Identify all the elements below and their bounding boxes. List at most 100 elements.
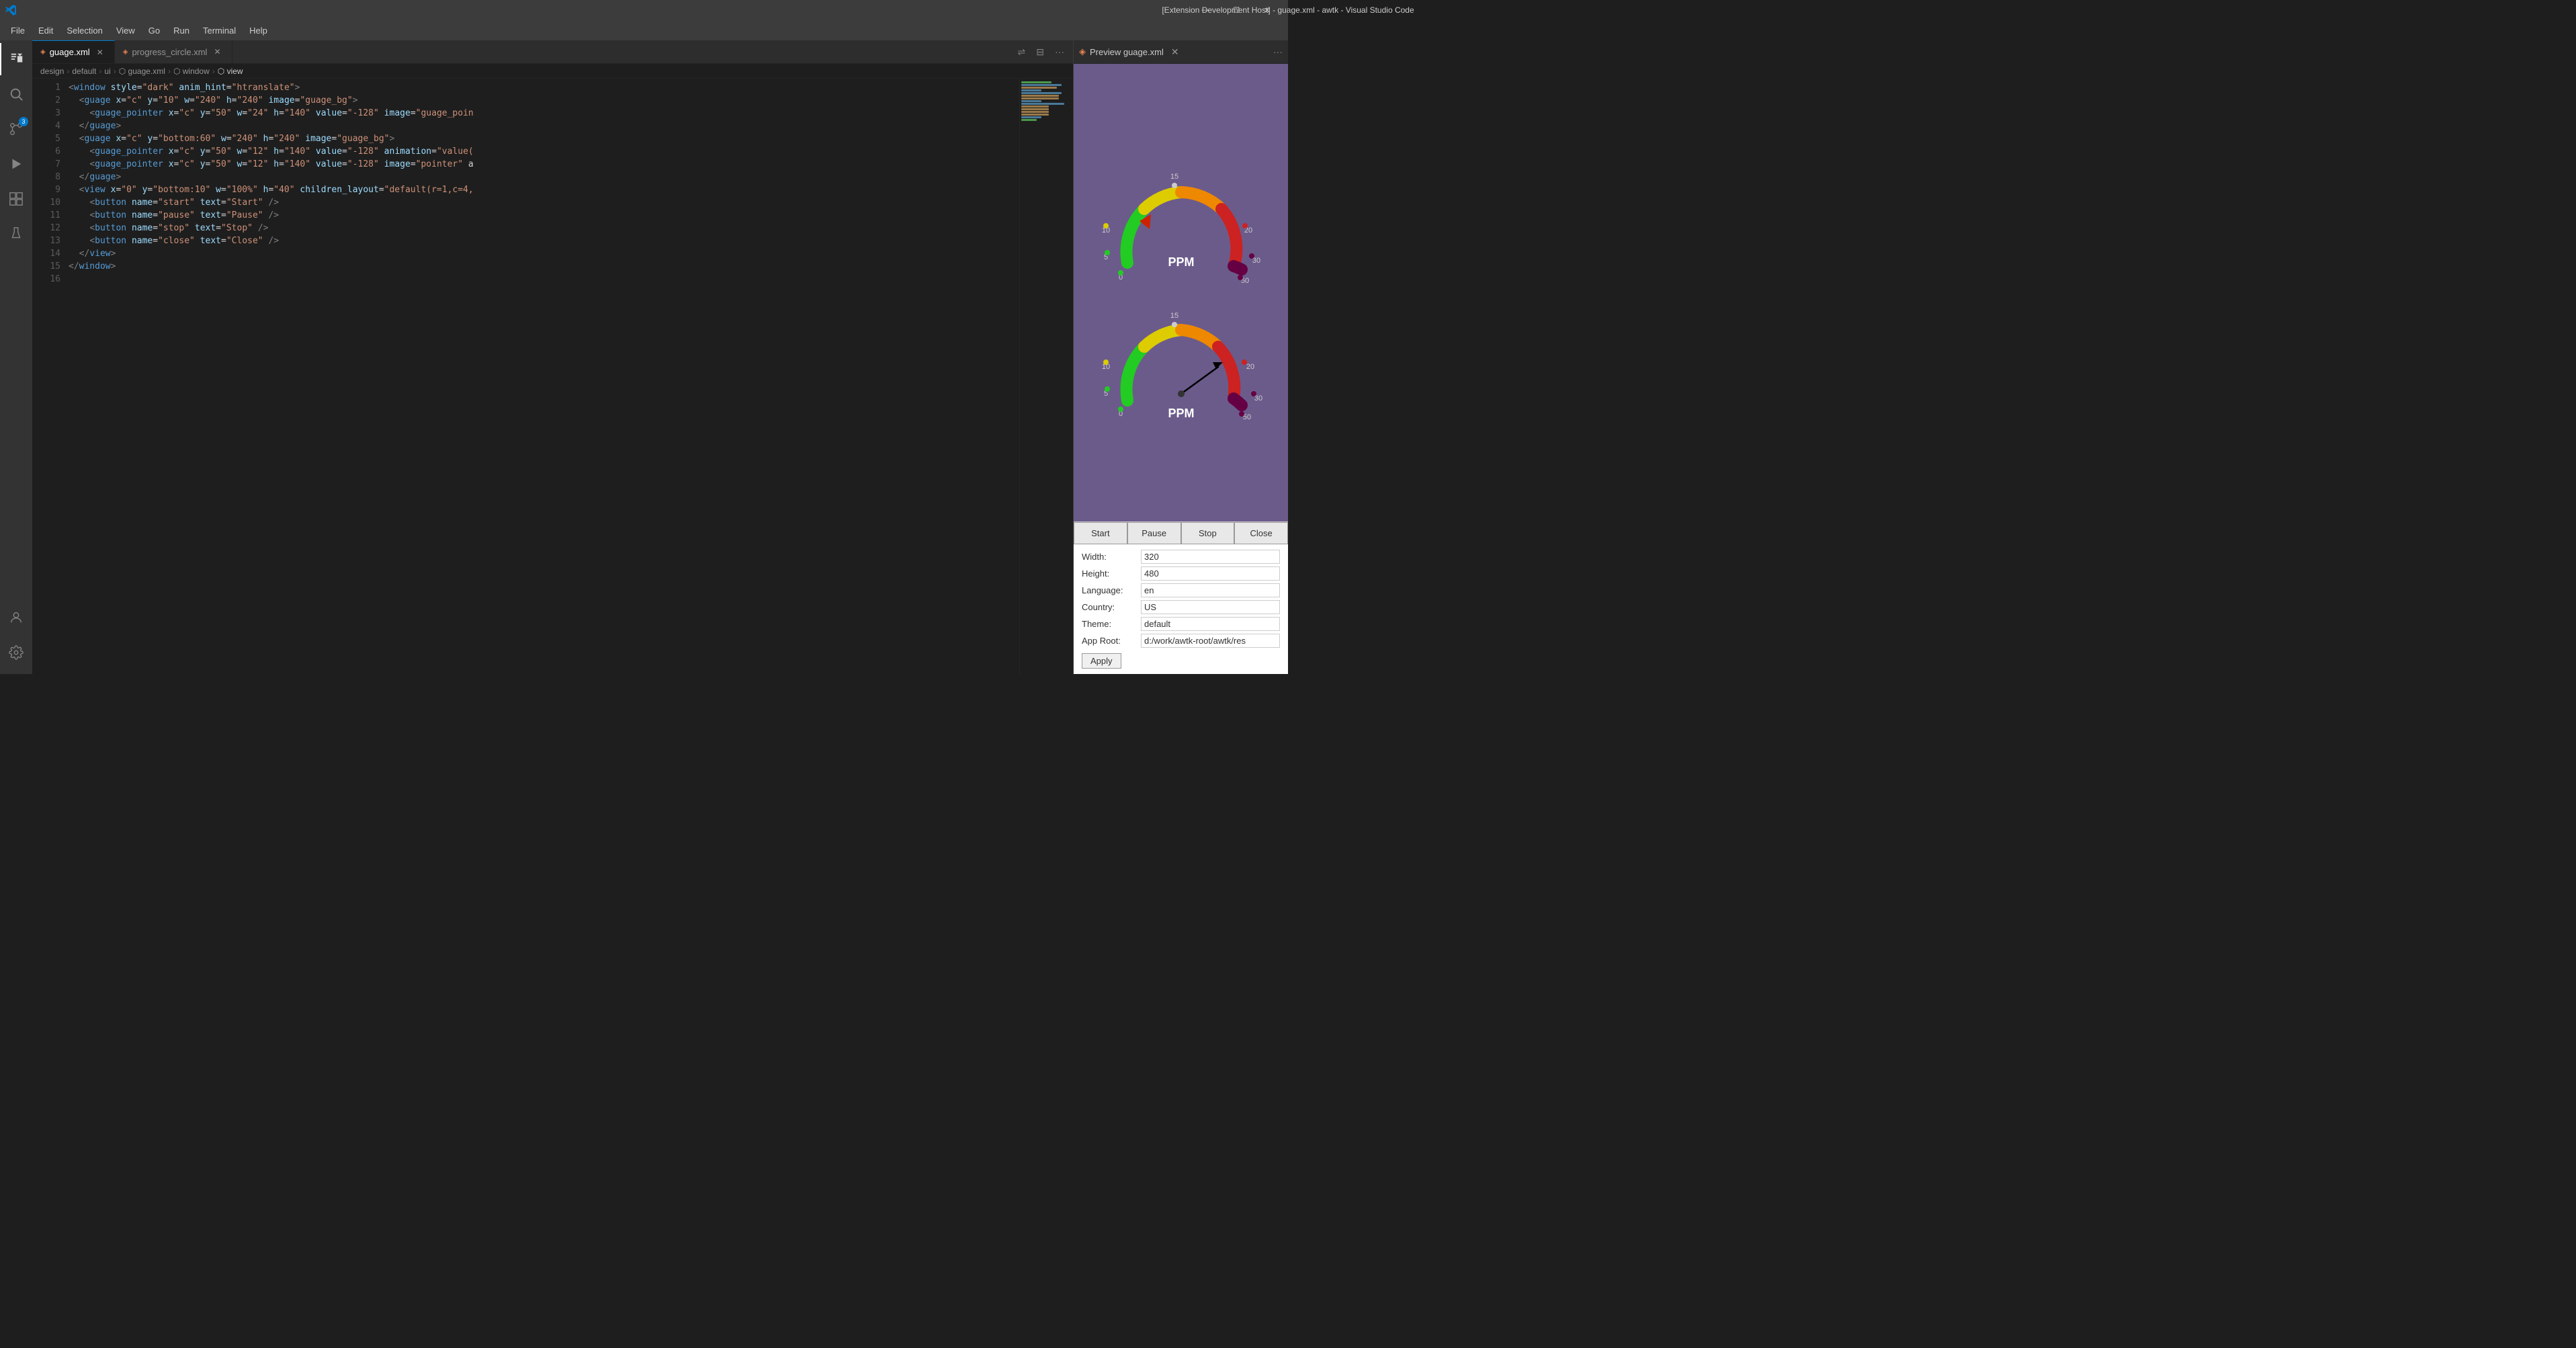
theme-input[interactable] (1141, 617, 1280, 631)
editor-area: ◈ guage.xml ✕ ◈ progress_circle.xml ✕ ⇌ … (32, 40, 1073, 674)
language-label: Language: (1082, 585, 1135, 595)
height-row: Height: (1082, 566, 1280, 581)
preview-buttons: Start Pause Stop Close (1074, 521, 1288, 544)
activity-search[interactable] (0, 78, 32, 110)
window-title: [Extension Development Host] - guage.xml… (1162, 5, 1414, 15)
height-label: Height: (1082, 568, 1135, 579)
tab-guage-xml[interactable]: ◈ guage.xml ✕ (32, 40, 115, 63)
pause-button[interactable]: Pause (1127, 522, 1181, 544)
breadcrumb-design[interactable]: design (40, 67, 64, 76)
preview-close-button[interactable]: ✕ (1168, 45, 1183, 59)
height-input[interactable] (1141, 566, 1280, 581)
stop-button[interactable]: Stop (1181, 522, 1235, 544)
vscode-logo-icon (5, 5, 16, 15)
tab-close-progress[interactable]: ✕ (211, 46, 223, 58)
code-line-14: </view> (66, 247, 1019, 260)
main-layout: 3 ◈ guage.xml ✕ (0, 40, 1288, 674)
code-line-12: <button name="stop" text="Stop" /> (66, 222, 1019, 235)
language-input[interactable] (1141, 583, 1280, 597)
code-line-6: <guage_pointer x="c" y="50" w="12" h="14… (66, 145, 1019, 158)
bottom-gauge: 0 5 10 15 20 30 50 (1087, 290, 1275, 431)
preview-panel: ◈ Preview guage.xml ✕ ··· (1073, 40, 1288, 674)
start-button[interactable]: Start (1074, 522, 1127, 544)
width-row: Width: (1082, 550, 1280, 564)
country-label: Country: (1082, 602, 1135, 612)
approot-input[interactable] (1141, 634, 1280, 648)
width-input[interactable] (1141, 550, 1280, 564)
language-row: Language: (1082, 583, 1280, 597)
line-numbers: 12345 678910 1112131415 16 (32, 79, 66, 674)
code-line-5: <guage x="c" y="bottom:60" w="240" h="24… (66, 132, 1019, 145)
properties-area: Width: Height: Language: Country: Theme:… (1074, 544, 1288, 674)
source-control-badge: 3 (19, 117, 28, 126)
more-actions-button[interactable]: ··· (1051, 44, 1068, 59)
tabs-bar: ◈ guage.xml ✕ ◈ progress_circle.xml ✕ ⇌ … (32, 40, 1073, 64)
preview-more-button[interactable]: ··· (1273, 46, 1283, 57)
tab-label-guage: guage.xml (50, 47, 90, 57)
country-input[interactable] (1141, 600, 1280, 614)
code-line-13: <button name="close" text="Close" /> (66, 235, 1019, 247)
activity-explorer[interactable] (0, 43, 32, 75)
top-gauge: 0 5 10 15 20 30 50 PPM (1087, 155, 1275, 290)
code-line-11: <button name="pause" text="Pause" /> (66, 209, 1019, 222)
breadcrumb-ui[interactable]: ui (104, 67, 110, 76)
preview-file-icon: ◈ (1079, 46, 1086, 57)
breadcrumb-guage-xml[interactable]: ⬡ guage.xml (119, 67, 165, 76)
country-row: Country: (1082, 600, 1280, 614)
minimap (1019, 79, 1073, 674)
approot-row: App Root: (1082, 634, 1280, 648)
breadcrumb-view[interactable]: ⬡ view (218, 67, 243, 76)
width-label: Width: (1082, 552, 1135, 562)
menu-bar: File Edit Selection View Go Run Terminal… (0, 20, 1288, 40)
code-line-3: <guage_pointer x="c" y="50" w="24" h="14… (66, 107, 1019, 120)
tab-progress-circle-xml[interactable]: ◈ progress_circle.xml ✕ (115, 40, 232, 63)
tab-label-progress: progress_circle.xml (132, 47, 207, 57)
activity-source-control[interactable]: 3 (0, 113, 32, 145)
tab-file-icon: ◈ (40, 48, 46, 56)
gauge-display: 0 5 10 15 20 30 50 PPM (1074, 64, 1288, 521)
theme-row: Theme: (1082, 617, 1280, 631)
menu-file[interactable]: File (5, 23, 30, 38)
svg-text:PPM: PPM (1168, 255, 1194, 269)
breadcrumb-window[interactable]: ⬡ window (173, 67, 210, 76)
breadcrumb-default[interactable]: default (72, 67, 96, 76)
preview-tab-title: ◈ Preview guage.xml ✕ (1079, 45, 1183, 59)
menu-edit[interactable]: Edit (33, 23, 58, 38)
split-editor-button[interactable]: ⇌ (1015, 44, 1029, 60)
code-content[interactable]: <window style="dark" anim_hint="htransla… (66, 79, 1019, 674)
activity-testing[interactable] (0, 218, 32, 250)
title-bar-left (5, 5, 16, 15)
code-line-10: <button name="start" text="Start" /> (66, 196, 1019, 209)
code-line-8: </guage> (66, 171, 1019, 183)
title-bar: [Extension Development Host] - guage.xml… (0, 0, 1288, 20)
svg-text:PPM: PPM (1168, 407, 1194, 420)
code-line-15: </window> (66, 260, 1019, 273)
code-line-1: <window style="dark" anim_hint="htransla… (66, 81, 1019, 94)
menu-go[interactable]: Go (143, 23, 165, 38)
apply-button[interactable]: Apply (1082, 653, 1121, 669)
activity-run-debug[interactable] (0, 148, 32, 180)
activity-extensions[interactable] (0, 183, 32, 215)
menu-selection[interactable]: Selection (61, 23, 108, 38)
tabs-actions: ⇌ ⊟ ··· (1009, 40, 1073, 63)
activity-settings[interactable] (0, 636, 32, 669)
menu-run[interactable]: Run (168, 23, 195, 38)
menu-help[interactable]: Help (244, 23, 273, 38)
tab-file-icon-2: ◈ (123, 48, 128, 56)
svg-text:15: 15 (1170, 173, 1178, 181)
menu-view[interactable]: View (111, 23, 140, 38)
toggle-layout-button[interactable]: ⊟ (1033, 44, 1047, 60)
close-button[interactable]: Close (1234, 522, 1288, 544)
menu-terminal[interactable]: Terminal (198, 23, 241, 38)
svg-text:15: 15 (1170, 312, 1178, 320)
code-editor[interactable]: 12345 678910 1112131415 16 <window style… (32, 79, 1073, 674)
activity-bar: 3 (0, 40, 32, 674)
preview-title-text: Preview guage.xml (1090, 47, 1164, 57)
svg-text:20: 20 (1246, 363, 1254, 371)
tab-close-guage[interactable]: ✕ (94, 46, 106, 58)
activity-accounts[interactable] (0, 601, 32, 634)
code-line-9: <view x="0" y="bottom:10" w="100%" h="40… (66, 183, 1019, 196)
activity-bottom (0, 601, 32, 674)
breadcrumb: design › default › ui › ⬡ guage.xml › ⬡ … (32, 64, 1073, 79)
code-line-7: <guage_pointer x="c" y="50" w="12" h="14… (66, 158, 1019, 171)
